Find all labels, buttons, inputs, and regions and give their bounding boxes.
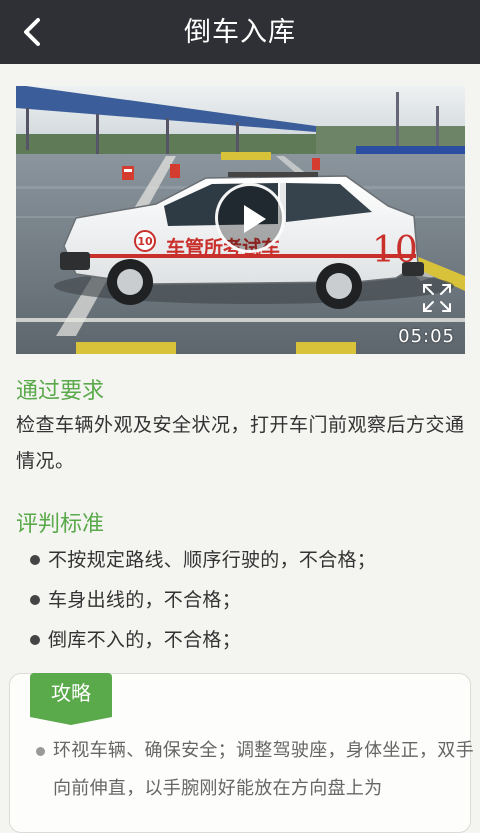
tips-text: 环视车辆、确保安全；调整驾驶座，身体坐正，双手向前伸直，以手腕刚好能放在方向盘上… <box>53 740 474 799</box>
top-app-bar: 倒车入库 <box>0 0 480 64</box>
tips-card: 攻略 环视车辆、确保安全；调整驾驶座，身体坐正，双手向前伸直，以手腕刚好能放在方… <box>9 673 474 833</box>
criteria-heading: 评判标准 <box>16 512 105 537</box>
bullet-icon <box>36 747 45 756</box>
fullscreen-button[interactable] <box>421 282 453 314</box>
video-player[interactable]: 10 车管所考试车 10 05:05 <box>16 86 465 354</box>
criteria-list: 不按规定路线、顺序行驶的，不合格； 车身出线的，不合格； 倒库不入的，不合格； <box>30 540 470 660</box>
video-duration: 05:05 <box>398 326 455 347</box>
tips-text-block: 环视车辆、确保安全；调整驾驶座，身体坐正，双手向前伸直，以手腕刚好能放在方向盘上… <box>36 732 475 808</box>
criteria-item: 车身出线的，不合格； <box>30 580 470 620</box>
play-button[interactable] <box>215 183 285 253</box>
car-badge-number: 10 <box>137 235 153 248</box>
criteria-item-text: 车身出线的，不合格； <box>48 589 242 611</box>
fullscreen-icon <box>423 284 451 312</box>
criteria-item: 不按规定路线、顺序行驶的，不合格； <box>30 540 470 580</box>
bullet-icon <box>30 595 40 605</box>
requirements-text: 检查车辆外观及安全状况，打开车门前观察后方交通情况。 <box>16 414 465 472</box>
tips-tab: 攻略 <box>30 673 112 725</box>
bullet-icon <box>30 635 40 645</box>
criteria-item: 倒库不入的，不合格； <box>30 620 470 660</box>
page-title: 倒车入库 <box>184 17 296 48</box>
bullet-icon <box>30 555 40 565</box>
requirements-heading: 通过要求 <box>16 379 105 404</box>
criteria-item-text: 不按规定路线、顺序行驶的，不合格； <box>48 549 377 571</box>
car-rear-number: 10 <box>372 230 418 271</box>
criteria-item-text: 倒库不入的，不合格； <box>48 629 242 651</box>
